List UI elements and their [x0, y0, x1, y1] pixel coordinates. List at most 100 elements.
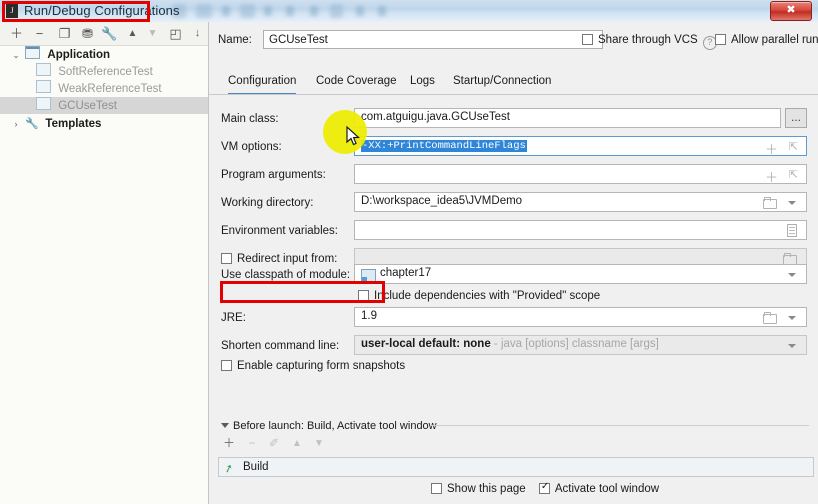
show-this-page-checkbox[interactable] [431, 483, 442, 494]
before-launch-edit-button[interactable]: ✐ [266, 436, 282, 452]
working-directory-label: Working directory: [221, 197, 314, 209]
allow-parallel-run-label: Allow parallel run [731, 34, 818, 46]
chevron-down-icon[interactable] [788, 316, 796, 320]
tab-logs[interactable]: Logs [410, 72, 435, 93]
share-through-vcs-option[interactable]: Share through VCS? [582, 34, 717, 50]
allow-parallel-run-option[interactable]: Allow parallel run [715, 34, 818, 46]
titlebar-blur-6 [286, 6, 294, 16]
vm-options-label: VM options: [221, 141, 282, 153]
tree-node-gcusetest[interactable]: GCUseTest [0, 97, 208, 114]
before-launch-move-up-button[interactable]: ▲ [289, 436, 305, 452]
close-button[interactable]: ✖ [770, 1, 812, 21]
configuration-tree: ⌄ Application SoftReferenceTest WeakRefe… [0, 46, 208, 133]
new-folder-button[interactable]: ◰ [167, 25, 184, 42]
run-debug-configurations-dialog: J Run/Debug Configurations ✖ ＋ − ❐ ⛃ 🔧 ▲… [0, 0, 818, 504]
before-launch-title: Before launch: Build, Activate tool wind… [233, 420, 437, 432]
before-launch-header[interactable]: Before launch: Build, Activate tool wind… [221, 420, 437, 432]
activate-tool-window-checkbox[interactable] [538, 481, 550, 494]
main-class-input[interactable]: com.atguigu.java.GCUseTest [354, 108, 781, 128]
before-launch-remove-button[interactable]: − [244, 436, 260, 452]
chevron-right-icon[interactable]: › [10, 116, 22, 133]
jre-label: JRE: [221, 312, 246, 324]
tree-node-weakreferencetest[interactable]: WeakReferenceTest [0, 80, 208, 97]
tab-separator [209, 94, 818, 95]
chevron-down-icon[interactable] [788, 273, 796, 277]
before-launch-move-down-button[interactable]: ▼ [311, 436, 327, 452]
include-provided-option[interactable]: Include dependencies with "Provided" sco… [358, 290, 600, 302]
edit-templates-wrench-icon[interactable]: 🔧 [101, 25, 118, 42]
module-icon [361, 269, 376, 282]
vm-options-expand-icon[interactable]: ⇱ [789, 140, 798, 153]
before-launch-task-label: Build [243, 461, 269, 473]
main-class-label: Main class: [221, 113, 279, 125]
working-directory-input[interactable]: D:\workspace_idea5\JVMDemo [354, 192, 807, 212]
classpath-module-select[interactable]: chapter17 [354, 264, 807, 284]
tree-node-label: Templates [45, 118, 102, 130]
program-arguments-input[interactable]: ＋ ⇱ [354, 164, 807, 186]
sort-button[interactable]: ↓ [189, 25, 206, 42]
redirect-input-label: Redirect input from: [237, 253, 338, 265]
configuration-form: Main class: com.atguigu.java.GCUseTest .… [209, 96, 818, 401]
mouse-cursor [346, 126, 360, 146]
jre-select[interactable]: 1.9 [354, 307, 807, 327]
show-this-page-option[interactable]: Show this page [431, 483, 526, 495]
chevron-down-icon[interactable] [221, 423, 229, 428]
tree-node-label: SoftReferenceTest [58, 66, 153, 78]
tree-node-templates[interactable]: › 🔧 Templates [0, 116, 208, 133]
before-launch-add-button[interactable]: ＋ [221, 436, 237, 452]
redirect-input-option[interactable]: Redirect input from: [221, 253, 337, 265]
titlebar-blur-5 [264, 6, 272, 16]
tab-code-coverage[interactable]: Code Coverage [316, 72, 397, 93]
include-provided-checkbox[interactable] [358, 290, 369, 301]
tree-node-label: Application [47, 49, 111, 61]
share-through-vcs-checkbox[interactable] [582, 34, 593, 45]
share-through-vcs-label: Share through VCS [598, 34, 698, 46]
tree-node-application[interactable]: ⌄ Application [0, 46, 208, 63]
activate-tool-window-label: Activate tool window [554, 483, 660, 495]
hammer-icon: ➚ [222, 461, 236, 477]
edit-list-icon[interactable] [787, 224, 797, 237]
add-configuration-button[interactable]: ＋ [8, 25, 25, 42]
folder-icon[interactable] [783, 253, 797, 265]
redirect-input-checkbox[interactable] [221, 253, 232, 264]
capture-snapshots-checkbox[interactable] [221, 360, 232, 371]
folder-icon[interactable] [763, 197, 777, 209]
titlebar-blur-8 [330, 4, 343, 18]
vm-options-add-icon[interactable]: ＋ [765, 139, 778, 158]
remove-configuration-button[interactable]: − [31, 25, 48, 42]
copy-configuration-button[interactable]: ❐ [56, 25, 73, 42]
folder-icon[interactable] [763, 312, 777, 324]
configurations-sidebar: ＋ − ❐ ⛃ 🔧 ▲ ▼ ◰ ↓ ⌄ Application SoftRefe… [0, 22, 209, 504]
tab-startup-connection[interactable]: Startup/Connection [453, 72, 551, 93]
main-class-browse-button[interactable]: ... [785, 108, 807, 128]
name-input[interactable]: GCUseTest [263, 30, 603, 49]
chevron-down-icon[interactable]: ⌄ [10, 47, 22, 64]
tab-configuration[interactable]: Configuration [228, 72, 297, 95]
save-configuration-button[interactable]: ⛃ [79, 25, 96, 42]
tree-node-label: WeakReferenceTest [58, 83, 162, 95]
sidebar-toolbar: ＋ − ❐ ⛃ 🔧 ▲ ▼ ◰ ↓ [0, 22, 208, 46]
tree-node-softreferencetest[interactable]: SoftReferenceTest [0, 63, 208, 80]
shorten-command-line-select[interactable]: user-local default: none - java [options… [354, 335, 807, 355]
move-down-button[interactable]: ▼ [144, 25, 161, 42]
chevron-down-icon[interactable] [788, 201, 796, 205]
environment-variables-input[interactable] [354, 220, 807, 240]
name-label: Name: [218, 34, 252, 46]
allow-parallel-run-checkbox[interactable] [715, 34, 726, 45]
chevron-down-icon[interactable] [788, 344, 796, 348]
capture-snapshots-option[interactable]: Enable capturing form snapshots [221, 360, 405, 372]
capture-snapshots-label: Enable capturing form snapshots [237, 360, 406, 372]
jre-value: 1.9 [361, 310, 377, 322]
before-launch-task-list[interactable]: ➚ Build [218, 457, 814, 477]
main-class-value: com.atguigu.java.GCUseTest [361, 111, 510, 123]
titlebar-blur-2 [196, 4, 212, 18]
program-arguments-add-icon[interactable]: ＋ [765, 167, 778, 186]
classpath-module-label: Use classpath of module: [221, 269, 351, 281]
working-directory-value: D:\workspace_idea5\JVMDemo [361, 195, 523, 207]
vm-options-input[interactable]: -XX:+PrintCommandLineFlags ＋ ⇱ [354, 136, 807, 158]
move-up-button[interactable]: ▲ [124, 25, 141, 42]
activate-tool-window-option[interactable]: Activate tool window [538, 481, 660, 495]
before-launch-rule [431, 425, 809, 426]
before-launch-checkboxes: Show this page Activate tool window [431, 481, 660, 495]
program-arguments-expand-icon[interactable]: ⇱ [789, 168, 798, 181]
